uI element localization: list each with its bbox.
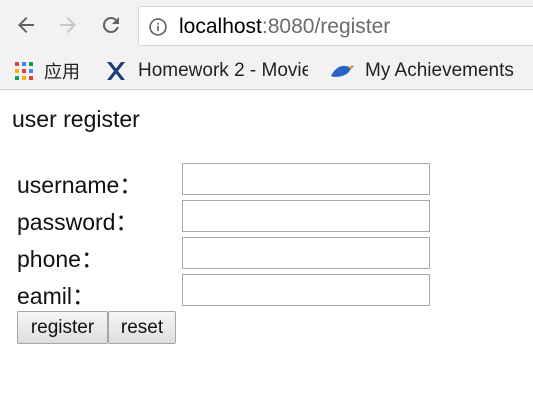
apps-grid-icon bbox=[15, 62, 33, 80]
back-button[interactable] bbox=[12, 11, 40, 39]
url-path: :8080/register bbox=[261, 15, 391, 38]
arrow-left-icon bbox=[18, 17, 34, 33]
bookmark-label: 应用 bbox=[44, 62, 80, 83]
password-label: password： bbox=[17, 209, 139, 235]
password-input[interactable] bbox=[182, 200, 430, 232]
bookmarks-bar: 应用 Homework 2 - Movie Recommender My Ach… bbox=[0, 52, 533, 90]
bookmark-label: My Achievements bbox=[365, 60, 514, 81]
username-label: username： bbox=[17, 172, 143, 198]
phone-label: phone： bbox=[17, 246, 104, 272]
bookmark-achievements[interactable]: My Achievements bbox=[329, 58, 514, 84]
forward-button[interactable] bbox=[54, 11, 82, 39]
reload-icon bbox=[102, 16, 119, 33]
coursera-x-icon bbox=[107, 62, 125, 80]
reload-button[interactable] bbox=[97, 11, 125, 39]
register-button[interactable]: register bbox=[17, 311, 108, 344]
bookmark-homework[interactable]: Homework 2 - Movie Recommender bbox=[104, 58, 308, 84]
email-label: eamil： bbox=[17, 283, 95, 309]
page-content: user register username： password： phone：… bbox=[0, 90, 533, 402]
address-bar[interactable]: localhost:8080/register bbox=[138, 6, 533, 46]
bookmark-label: Homework 2 - Movie Recommender bbox=[138, 60, 308, 81]
info-icon[interactable] bbox=[148, 17, 168, 37]
address-url: localhost:8080/register bbox=[179, 15, 390, 39]
browser-toolbar: localhost:8080/register bbox=[0, 0, 533, 52]
bookmark-apps[interactable]: 应用 bbox=[14, 58, 80, 84]
email-input[interactable] bbox=[182, 274, 430, 306]
reset-button[interactable]: reset bbox=[108, 311, 176, 344]
username-input[interactable] bbox=[182, 163, 430, 195]
bird-icon bbox=[331, 65, 354, 77]
url-host: localhost bbox=[179, 15, 262, 38]
phone-input[interactable] bbox=[182, 237, 430, 269]
page-title: user register bbox=[12, 106, 140, 132]
arrow-right-icon bbox=[60, 17, 76, 33]
